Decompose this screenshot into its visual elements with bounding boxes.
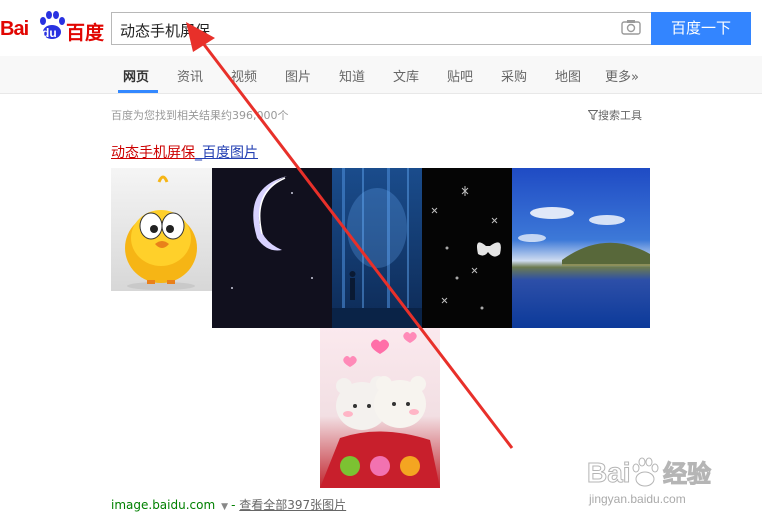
- tab-wenku[interactable]: 文库: [393, 66, 419, 85]
- svg-text:Bai: Bai: [587, 457, 631, 488]
- nav-tabs: 网页 资讯 视频 图片 知道 文库 贴吧 采购 地图 更多»: [0, 56, 762, 94]
- logo-chinese: 百度: [66, 22, 105, 44]
- result-title-highlight: 动态手机屏保: [111, 145, 195, 161]
- tab-map[interactable]: 地图: [555, 66, 581, 85]
- butterfly-snowflake-image[interactable]: [422, 168, 512, 328]
- crescent-moon-image[interactable]: [212, 168, 332, 328]
- teddy-bears-image[interactable]: [320, 328, 440, 488]
- chick-cartoon-image[interactable]: [111, 168, 212, 291]
- header: Bai du 百度 动态手机屏保 百度一下: [0, 0, 762, 56]
- result-title-rest: _百度图片: [195, 145, 258, 161]
- search-tools-button[interactable]: 搜索工具: [588, 107, 642, 123]
- tab-news[interactable]: 资讯: [177, 66, 203, 85]
- logo-du: du: [42, 26, 57, 40]
- source-separator: -: [231, 498, 236, 512]
- search-input[interactable]: 动态手机屏保: [111, 12, 651, 45]
- search-query: 动态手机屏保: [120, 22, 211, 40]
- view-all-images-link[interactable]: 查看全部397张图片: [239, 498, 346, 512]
- active-tab-underline: [118, 90, 158, 93]
- logo-bai: Bai: [0, 18, 29, 40]
- blue-forest-image[interactable]: [332, 168, 422, 328]
- tab-more[interactable]: 更多»: [605, 66, 639, 85]
- source-dropdown-icon[interactable]: ▼: [221, 502, 228, 512]
- tab-web[interactable]: 网页: [123, 66, 149, 85]
- tab-images[interactable]: 图片: [285, 66, 311, 85]
- watermark: Bai 经验 jingyan.baidu.com: [583, 452, 723, 512]
- source-domain[interactable]: image.baidu.com: [111, 498, 215, 512]
- watermark-url: jingyan.baidu.com: [589, 492, 686, 506]
- search-button[interactable]: 百度一下: [651, 12, 751, 45]
- svg-text:经验: 经验: [663, 460, 711, 488]
- tab-purchase[interactable]: 采购: [501, 66, 527, 85]
- tab-video[interactable]: 视频: [231, 66, 257, 85]
- result-title-link[interactable]: 动态手机屏保_百度图片: [111, 142, 258, 162]
- baidu-logo[interactable]: Bai du 百度: [0, 10, 105, 46]
- watermark-logo: Bai 经验: [587, 457, 712, 489]
- result-source: image.baidu.com ▼ - 查看全部397张图片: [111, 496, 346, 513]
- funnel-icon: [588, 110, 598, 120]
- tab-tieba[interactable]: 贴吧: [447, 66, 473, 85]
- camera-icon[interactable]: [621, 19, 641, 35]
- search-tools-label: 搜索工具: [598, 109, 642, 122]
- result-count: 百度为您找到相关结果约396,000个: [111, 109, 289, 122]
- lake-landscape-image[interactable]: [512, 168, 650, 328]
- tab-zhidao[interactable]: 知道: [339, 66, 365, 85]
